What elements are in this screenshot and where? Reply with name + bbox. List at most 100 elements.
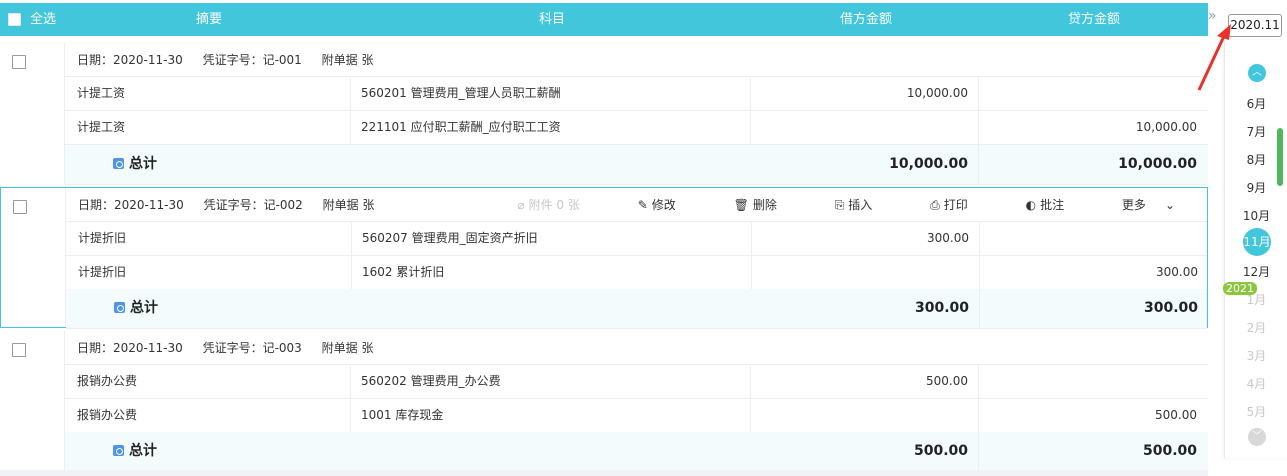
debit-cell: 500.00: [751, 365, 979, 398]
chevron-up-icon[interactable]: ︿: [1248, 64, 1266, 82]
voucher-number: 凭证字号：记-001: [202, 53, 302, 67]
month-item[interactable]: 4月: [1225, 375, 1287, 392]
month-item[interactable]: 3月: [1225, 347, 1287, 364]
subject-cell: 560207 管理费用_固定资产折旧: [352, 222, 752, 255]
summary-cell: 报销办公费: [65, 399, 351, 432]
more-button[interactable]: 更多 ⌄: [1122, 188, 1179, 222]
bottom-scroll-area: [0, 470, 1208, 476]
total-label: 总计: [129, 443, 157, 459]
voucher-card[interactable]: 日期：2020-11-30 凭证字号：记-003 附单据 张 报销办公费 560…: [0, 331, 1208, 472]
subject-cell: 221101 应付职工薪酬_应付职工工资: [351, 111, 751, 144]
voucher-checkbox[interactable]: [13, 200, 27, 214]
select-all-checkbox[interactable]: [8, 13, 21, 26]
trash-icon: 🗑︎: [733, 198, 749, 212]
total-label: 总计: [129, 156, 157, 172]
credit-cell: 10,000.00: [1135, 120, 1197, 134]
col-summary-header: 摘要: [195, 12, 222, 27]
subject-cell: 560201 管理费用_管理人员职工薪酬: [351, 77, 751, 110]
voucher-attachments: 附单据 张: [321, 341, 374, 355]
month-item[interactable]: 10月: [1225, 207, 1287, 224]
voucher-date: 日期：2020-11-30: [77, 53, 183, 67]
voucher-attachments: 附单据 张: [322, 198, 375, 212]
voucher-checkbox[interactable]: [12, 343, 26, 357]
annotate-button[interactable]: ◐ 批注: [1026, 188, 1081, 222]
total-credit: 300.00: [1143, 300, 1198, 316]
annotate-icon: ◐: [1025, 198, 1037, 212]
total-debit: 500.00: [751, 432, 979, 471]
voucher-number: 凭证字号：记-002: [203, 198, 303, 212]
voucher-card-selected[interactable]: 日期：2020-11-30 凭证字号：记-002 附单据 张 ⌀ 附件 0 张 ✎…: [0, 187, 1208, 329]
month-item[interactable]: 6月: [1225, 95, 1287, 112]
credit-cell: [980, 222, 1208, 255]
voucher-date: 日期：2020-11-30: [77, 341, 183, 355]
credit-cell: [979, 77, 1207, 110]
voucher-checkbox[interactable]: [12, 55, 26, 69]
total-row: 总计 300.00 300.00: [66, 289, 1207, 329]
table-row[interactable]: 报销办公费 560202 管理费用_办公费 500.00: [65, 365, 1208, 399]
edit-icon: ✎: [637, 198, 648, 212]
table-row[interactable]: 计提折旧 1602 累计折旧 300.00: [66, 256, 1207, 290]
period-panel: ︿ 6月 7月 8月 9月 10月 11月 12月 2021 1月 2月 3月 …: [1223, 40, 1287, 458]
subject-cell: 1001 库存现金: [351, 399, 751, 432]
total-debit: 300.00: [752, 289, 980, 328]
voucher-date: 日期：2020-11-30: [78, 198, 184, 212]
table-row[interactable]: 计提折旧 560207 管理费用_固定资产折旧 300.00: [66, 222, 1207, 256]
calculator-icon: [113, 158, 124, 169]
chevron-down-icon: ⌄: [1164, 198, 1175, 212]
summary-cell: 报销办公费: [65, 365, 351, 398]
table-row[interactable]: 计提工资 560201 管理费用_管理人员职工薪酬 10,000.00: [65, 77, 1208, 111]
total-label: 总计: [130, 300, 158, 316]
calculator-icon: [113, 445, 124, 456]
voucher-number: 凭证字号：记-003: [202, 341, 302, 355]
printer-icon: ⎙: [930, 198, 940, 212]
edit-button[interactable]: ✎ 修改: [638, 188, 692, 222]
subject-cell: 560202 管理费用_办公费: [351, 365, 751, 398]
attachment-button[interactable]: ⌀ 附件 0 张: [517, 188, 596, 222]
debit-cell: [751, 399, 979, 432]
insert-icon: ⎘: [834, 198, 845, 212]
debit-cell: [752, 256, 980, 289]
month-item[interactable]: 1月: [1225, 291, 1287, 308]
paperclip-icon: ⌀: [517, 198, 525, 212]
total-row: 总计 500.00 500.00: [65, 432, 1208, 472]
credit-cell: 500.00: [1155, 408, 1197, 422]
annotation-arrow: [1197, 24, 1231, 91]
table-row[interactable]: 计提工资 221101 应付职工薪酬_应付职工工资 10,000.00: [65, 111, 1208, 145]
print-button[interactable]: ⎙ 打印: [930, 188, 984, 222]
delete-button[interactable]: 🗑︎ 删除: [734, 188, 793, 222]
total-row: 总计 10,000.00 10,000.00: [65, 145, 1208, 185]
debit-cell: [751, 111, 979, 144]
month-item[interactable]: 12月: [1225, 263, 1287, 280]
table-row[interactable]: 报销办公费 1001 库存现金 500.00: [65, 399, 1208, 433]
summary-cell: 计提工资: [65, 111, 351, 144]
table-header: 全选 摘要 科目 借方金额 贷方金额: [0, 3, 1208, 36]
voucher-info: 日期：2020-11-30 凭证字号：记-001 附单据 张: [65, 43, 1208, 77]
month-item[interactable]: 5月: [1225, 403, 1287, 420]
summary-cell: 计提工资: [65, 77, 351, 110]
calculator-icon: [114, 302, 125, 313]
total-credit: 10,000.00: [1118, 156, 1197, 172]
month-item[interactable]: 2月: [1225, 319, 1287, 336]
chevron-down-icon[interactable]: ﹀: [1248, 428, 1266, 446]
debit-cell: 300.00: [752, 222, 980, 255]
scrollbar-thumb[interactable]: [1277, 128, 1283, 186]
voucher-card[interactable]: 日期：2020-11-30 凭证字号：记-001 附单据 张 计提工资 5602…: [0, 43, 1208, 185]
month-item-current[interactable]: 11月: [1243, 228, 1271, 256]
double-chevron-right-icon[interactable]: »: [1208, 8, 1222, 24]
col-subject-header: 科目: [538, 12, 565, 27]
summary-cell: 计提折旧: [66, 256, 352, 289]
voucher-toolbar: ⌀ 附件 0 张 ✎ 修改 🗑︎ 删除 ⎘ 插入 ⎙ 打印 ◐ 批注 更多 ⌄: [495, 188, 1195, 222]
summary-cell: 计提折旧: [66, 222, 352, 255]
total-debit: 10,000.00: [751, 145, 979, 184]
voucher-info: 日期：2020-11-30 凭证字号：记-002 附单据 张 ⌀ 附件 0 张 ✎…: [66, 188, 1207, 222]
select-all-label[interactable]: 全选: [30, 3, 56, 36]
insert-button[interactable]: ⎘ 插入: [835, 188, 889, 222]
subject-cell: 1602 累计折旧: [352, 256, 752, 289]
voucher-attachments: 附单据 张: [321, 53, 374, 67]
voucher-info: 日期：2020-11-30 凭证字号：记-003 附单据 张: [65, 331, 1208, 365]
credit-cell: 300.00: [1156, 265, 1198, 279]
col-credit-header: 贷方金额: [1067, 12, 1120, 27]
credit-cell: [979, 365, 1207, 398]
debit-cell: 10,000.00: [751, 77, 979, 110]
total-credit: 500.00: [1142, 443, 1197, 459]
